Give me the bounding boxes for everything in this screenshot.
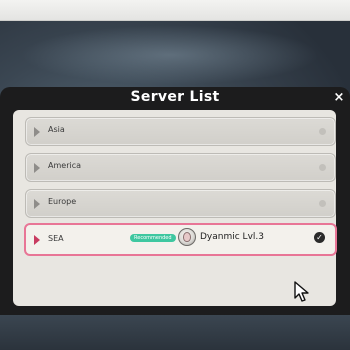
play-triangle-icon (34, 199, 40, 209)
close-icon[interactable]: × (333, 91, 345, 105)
radio-dot-icon (319, 128, 326, 135)
server-row-sea[interactable]: SEA Recommended Dyanmic Lvl.3 ✓ (24, 223, 337, 256)
play-triangle-icon (34, 127, 40, 137)
radio-dot-icon (319, 200, 326, 207)
recommended-badge: Recommended (130, 234, 176, 242)
dialog-title: Server List (130, 89, 220, 105)
play-triangle-icon (34, 235, 40, 245)
server-name: Europe (48, 197, 77, 206)
server-row-asia[interactable]: Asia (25, 117, 336, 146)
server-row-europe[interactable]: Europe (25, 189, 336, 218)
server-name: SEA (48, 234, 64, 243)
server-name: America (48, 161, 81, 170)
background-bottom (0, 315, 350, 350)
mouse-pointer-icon (294, 281, 309, 302)
player-name-level: Dyanmic Lvl.3 (200, 232, 264, 242)
server-row-america[interactable]: America (25, 153, 336, 182)
background-scene (20, 25, 320, 85)
check-circle-icon: ✓ (314, 232, 325, 243)
play-triangle-icon (34, 163, 40, 173)
player-avatar (178, 228, 196, 246)
radio-dot-icon (319, 164, 326, 171)
server-name: Asia (48, 125, 65, 134)
avatar-face (183, 232, 191, 242)
top-bar (0, 0, 350, 21)
